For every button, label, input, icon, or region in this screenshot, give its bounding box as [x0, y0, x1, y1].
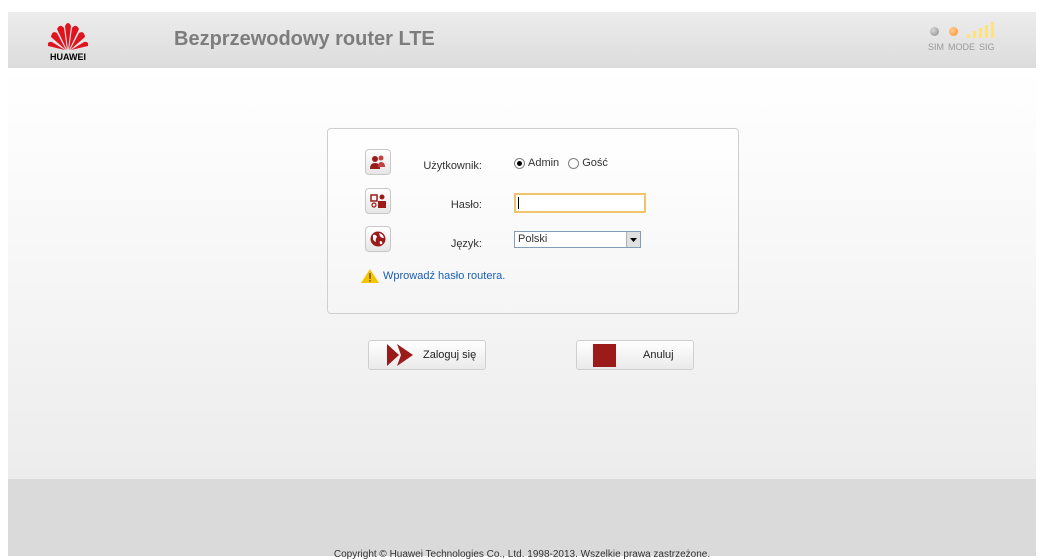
login-button-label: Zaloguj się	[423, 349, 477, 361]
sim-label: SIM	[928, 42, 945, 52]
password-input[interactable]	[514, 193, 646, 213]
copyright-text: Copyright © Huawei Technologies Co., Ltd…	[333, 549, 711, 560]
user-label: Użytkownik:	[423, 160, 482, 172]
cancel-button[interactable]: Anuluj	[576, 340, 694, 370]
warning-message: Wprowadź hasło routera.	[361, 269, 505, 283]
language-selected-value: Polski	[518, 233, 548, 245]
password-label: Hasło:	[450, 199, 482, 211]
header-bar: HUAWEI Bezprzewodowy router LTE SIM MODE S…	[8, 12, 1036, 68]
signal-strength-icon	[967, 22, 1003, 38]
chevron-down-icon[interactable]	[626, 232, 640, 247]
radio-guest-label[interactable]: Gość	[582, 157, 608, 169]
page-title: Bezprzewodowy router LTE	[174, 28, 435, 50]
mode-status-icon	[949, 27, 958, 36]
status-labels: SIM MODE SIG	[928, 42, 999, 52]
login-button[interactable]: Zaloguj się	[368, 340, 486, 370]
huawei-logo: HUAWEI	[44, 20, 92, 64]
router-page: HUAWEI Bezprzewodowy router LTE SIM MODE S…	[8, 12, 1036, 560]
arrow-right-icon	[387, 344, 413, 366]
huawei-logo-icon	[47, 23, 89, 50]
mode-label: MODE	[948, 42, 976, 52]
cancel-button-label: Anuluj	[643, 349, 674, 361]
radio-guest[interactable]	[568, 157, 580, 169]
sim-status-icon	[930, 27, 939, 36]
login-panel: Użytkownik: Admin Gość Hasło: Język: Pol…	[327, 128, 739, 314]
stop-square-icon	[593, 344, 616, 367]
text-caret	[518, 197, 519, 209]
radio-admin-label[interactable]: Admin	[528, 157, 559, 169]
language-select[interactable]: Polski	[514, 231, 641, 248]
warning-icon	[361, 269, 379, 283]
status-indicators: SIM MODE SIG	[926, 22, 1006, 62]
sig-label: SIG	[979, 42, 995, 52]
user-radio-group: Admin Gość	[514, 157, 614, 169]
warning-text: Wprowadź hasło routera.	[383, 270, 506, 282]
radio-admin[interactable]	[514, 157, 525, 169]
footer: Copyright © Huawei Technologies Co., Ltd…	[8, 479, 1036, 560]
language-label: Język:	[450, 238, 482, 250]
main-area: Użytkownik: Admin Gość Hasło: Język: Pol…	[8, 68, 1036, 479]
logo-text: HUAWEI	[50, 52, 86, 62]
